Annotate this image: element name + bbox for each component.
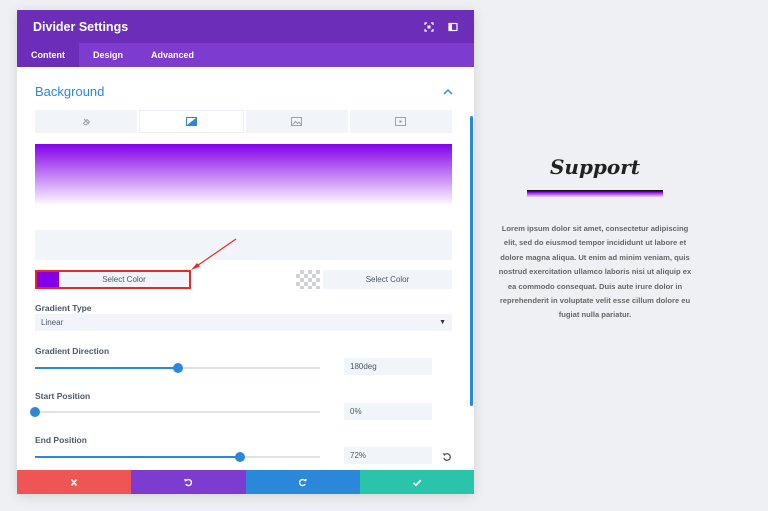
gradient-icon: [185, 117, 197, 126]
slider-knob[interactable]: [30, 407, 40, 417]
gradient-divider: [527, 190, 663, 198]
gradient-type-select[interactable]: Linear ▼: [35, 314, 452, 331]
save-button[interactable]: [359, 470, 474, 494]
background-type-tabs: [35, 110, 452, 133]
video-icon: [395, 117, 407, 126]
divider-settings-modal: Divider Settings Content Design Advanced…: [17, 10, 474, 494]
gradient-direction-input[interactable]: 180deg: [344, 358, 432, 375]
undo-button[interactable]: [131, 470, 246, 494]
annotation-arrow: [191, 238, 237, 270]
end-color-swatch[interactable]: [296, 270, 320, 289]
modal-title: Divider Settings: [33, 19, 129, 34]
expand-icon[interactable]: [424, 21, 434, 32]
gradient-type-value: Linear: [41, 318, 64, 327]
close-icon: [71, 478, 78, 486]
section-title: Background: [35, 84, 105, 99]
end-position-input[interactable]: 72%: [344, 447, 432, 464]
modal-actions: [17, 470, 474, 494]
start-position-slider[interactable]: [30, 407, 320, 417]
support-body-text: Lorem ipsum dolor sit amet, consectetur …: [498, 224, 692, 320]
end-position-slider[interactable]: [35, 452, 320, 462]
redo-icon: [298, 478, 307, 486]
start-color-picker[interactable]: Select Color: [35, 270, 191, 289]
image-icon: [291, 117, 303, 126]
bg-tab-none[interactable]: [35, 110, 138, 133]
chevron-up-icon[interactable]: [443, 88, 453, 95]
start-color-label: Select Color: [102, 275, 146, 284]
undo-icon: [184, 478, 193, 486]
scrollbar[interactable]: [470, 116, 473, 406]
support-card: Support: [525, 155, 665, 198]
start-position-input[interactable]: 0%: [344, 403, 432, 420]
tab-design[interactable]: Design: [79, 43, 137, 67]
tab-advanced[interactable]: Advanced: [137, 43, 208, 67]
start-position-label: Start Position: [35, 391, 91, 401]
discard-button[interactable]: [17, 470, 132, 494]
sidebar-toggle-icon[interactable]: [448, 22, 458, 32]
slider-knob[interactable]: [235, 452, 246, 462]
check-icon: [412, 479, 422, 486]
end-position-label: End Position: [35, 435, 87, 445]
bg-tab-video[interactable]: [349, 110, 452, 133]
gradient-fill: [35, 144, 452, 230]
gradient-type-label: Gradient Type: [35, 303, 92, 313]
bg-tab-gradient[interactable]: [139, 110, 244, 133]
redo-button[interactable]: [245, 470, 360, 494]
background-section-header[interactable]: Background: [35, 84, 453, 99]
caret-down-icon: ▼: [439, 319, 446, 326]
bg-tab-image[interactable]: [245, 110, 348, 133]
modal-tabs: Content Design Advanced: [17, 43, 474, 67]
slider-knob[interactable]: [172, 363, 183, 373]
gradient-direction-label: Gradient Direction: [35, 346, 110, 356]
tab-content[interactable]: Content: [17, 43, 79, 67]
modal-header: Divider Settings: [17, 10, 474, 43]
end-color-picker[interactable]: Select Color: [323, 270, 452, 289]
modal-body: Background Select Color Select Color Gra…: [17, 67, 474, 470]
reset-icon[interactable]: [442, 452, 452, 462]
support-title: Support: [549, 155, 641, 179]
start-color-swatch[interactable]: [37, 272, 59, 287]
gradient-direction-slider[interactable]: [35, 363, 320, 373]
no-background-icon: [82, 118, 90, 126]
